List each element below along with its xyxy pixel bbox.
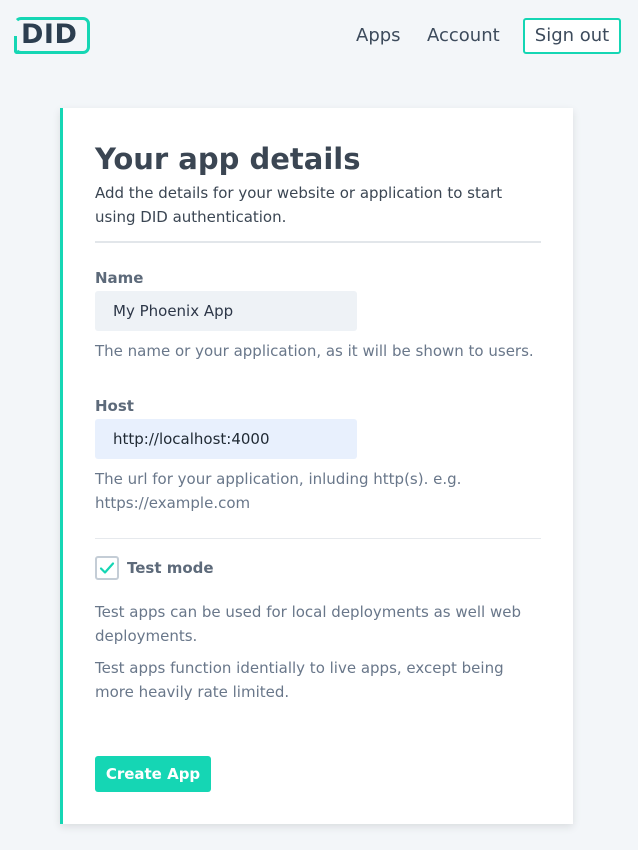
app-details-card: Your app details Add the details for you… [60,108,573,824]
nav-apps-link[interactable]: Apps [356,24,401,48]
name-help-text: The name or your application, as it will… [95,342,534,360]
checkmark-icon [99,562,115,574]
logo-text: DID [21,19,78,50]
page-subtitle: Add the details for your website or appl… [95,184,503,226]
divider [95,241,541,243]
nav-account-link[interactable]: Account [427,24,500,48]
sign-out-button[interactable]: Sign out [523,18,621,54]
name-label: Name [95,269,144,287]
host-label: Host [95,397,134,415]
top-header: DID Apps Account Sign out [0,0,638,70]
test-mode-help-1: Test apps can be used for local deployme… [95,603,522,645]
test-mode-label[interactable]: Test mode [127,558,214,578]
host-input[interactable] [95,419,357,459]
page-title: Your app details [95,142,361,176]
test-mode-checkbox[interactable] [95,556,119,580]
test-mode-help-2: Test apps function identially to live ap… [95,659,504,701]
divider [95,538,541,539]
name-input[interactable] [95,291,357,331]
host-help-text: The url for your application, inluding h… [95,470,462,512]
did-logo[interactable]: DID [14,17,90,54]
create-app-button[interactable]: Create App [95,756,211,792]
